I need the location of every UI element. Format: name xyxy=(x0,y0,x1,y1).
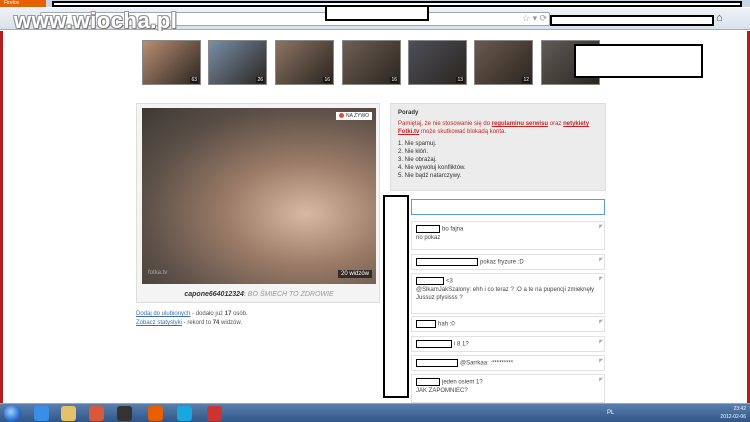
censored-url xyxy=(325,5,429,21)
ie-icon[interactable] xyxy=(34,406,49,421)
clock[interactable]: 23:42 2012-02-06 xyxy=(720,405,746,421)
censored-nick xyxy=(416,225,440,233)
live-video[interactable]: fotka.tv xyxy=(142,108,376,284)
stream-info: Dodaj do ulubionych - dodało już 17 osób… xyxy=(136,311,248,326)
stream-thumbnail[interactable]: 13 xyxy=(408,40,467,85)
stream-quote: BO ŚMIECH TO ZDROWIE xyxy=(247,291,334,298)
corner-icon: ◤ xyxy=(599,377,603,383)
tips-panel: Porady Pamiętaj, że nie stosowanie się d… xyxy=(390,103,606,191)
rule-item: 3. Nie obrażaj. xyxy=(398,157,437,163)
stream-thumbnail[interactable]: 16 xyxy=(275,40,334,85)
app-icon[interactable] xyxy=(207,406,222,421)
chat-message: ◤ i 8 1? xyxy=(411,336,605,352)
chat-message: ◤ @Sarrkaa: :********* xyxy=(411,355,605,371)
chat-message: ◤ hah :0 xyxy=(411,316,605,332)
tips-warning: Pamiętaj, że nie stosowanie się do regul… xyxy=(398,121,590,135)
censored-banner xyxy=(574,44,703,78)
viewer-count-badge: 12 xyxy=(522,77,530,83)
terms-link[interactable]: regulaminu serwisu xyxy=(492,121,548,127)
folder-icon[interactable] xyxy=(61,406,76,421)
viewer-count-badge: 16 xyxy=(323,77,331,83)
chat-message: ◤ <3 @SlkamJakSzalony: ehh i co teraz ? … xyxy=(411,273,605,314)
firefox-icon[interactable] xyxy=(148,406,163,421)
statistics-link[interactable]: Zobacz statystyki xyxy=(136,320,182,326)
chat-input-box[interactable] xyxy=(411,199,605,219)
viewer-count-badge: 26 xyxy=(256,77,264,83)
add-favorite-link[interactable]: Dodaj do ulubionych xyxy=(136,311,190,317)
hp-icon[interactable] xyxy=(117,406,132,421)
censored-nick xyxy=(416,378,440,386)
corner-icon: ◤ xyxy=(599,358,603,364)
viewer-count-badge: 16 xyxy=(390,77,398,83)
video-watermark: fotka.tv xyxy=(148,270,168,276)
censored-user-column xyxy=(383,195,409,398)
firefox-menu-button[interactable]: Firefox xyxy=(0,0,46,7)
stream-thumbnail[interactable]: 63 xyxy=(142,40,201,85)
corner-icon: ◤ xyxy=(599,319,603,325)
viewer-count: 20 widzów xyxy=(338,270,373,278)
rule-item: 2. Nie kłóń. xyxy=(398,149,429,155)
skype-icon[interactable] xyxy=(177,406,192,421)
corner-icon: ◤ xyxy=(599,224,603,230)
censored-nick xyxy=(416,359,458,367)
censored-nick xyxy=(416,277,444,285)
chat-message: ◤ pokaz fryzure :D xyxy=(411,254,605,270)
chat-message: ◤ bo fajna no pokaz xyxy=(411,221,605,250)
stream-caption: capone664012324: BO ŚMIECH TO ZDROWIE xyxy=(184,291,334,298)
star-icon[interactable]: ☆ ▾ ⟳ xyxy=(522,13,547,24)
live-dot-icon xyxy=(339,113,344,119)
stream-thumbnail[interactable]: 26 xyxy=(208,40,267,85)
language-indicator[interactable]: PL xyxy=(607,410,614,416)
start-button[interactable] xyxy=(4,405,21,422)
media-player-icon[interactable] xyxy=(89,406,104,421)
taskbar: PL 23:42 2012-02-06 xyxy=(0,403,750,422)
stream-thumbnail[interactable]: 12 xyxy=(474,40,533,85)
tips-title: Porady xyxy=(398,110,419,116)
home-icon[interactable]: ⌂ xyxy=(716,12,723,24)
censored-nick xyxy=(416,258,478,266)
censored-nick xyxy=(416,340,452,348)
rules-list: 1. Nie spamuj. 2. Nie kłóń. 3. Nie obraż… xyxy=(398,140,598,180)
corner-icon: ◤ xyxy=(599,339,603,345)
censored-nick xyxy=(416,320,436,328)
streamer-name[interactable]: capone664012324 xyxy=(184,291,244,298)
rule-item: 1. Nie spamuj. xyxy=(398,141,437,147)
chat-message: ◤ jeden osiem 1? JAK ZAPOMNIEC? xyxy=(411,374,605,403)
chat-input[interactable] xyxy=(412,205,604,219)
viewer-count-badge: 13 xyxy=(456,77,464,83)
corner-icon: ◤ xyxy=(599,257,603,263)
stream-thumbnail[interactable]: 16 xyxy=(342,40,401,85)
viewer-count-badge: 63 xyxy=(190,77,198,83)
corner-icon: ◤ xyxy=(599,276,603,282)
censored-search-bar[interactable] xyxy=(550,15,714,26)
rule-item: 4. Nie wywołuj konfliktów. xyxy=(398,165,466,171)
rule-item: 5. Nie bądź natarczywy. xyxy=(398,173,462,179)
live-badge: NA ŻYWO xyxy=(336,112,373,120)
